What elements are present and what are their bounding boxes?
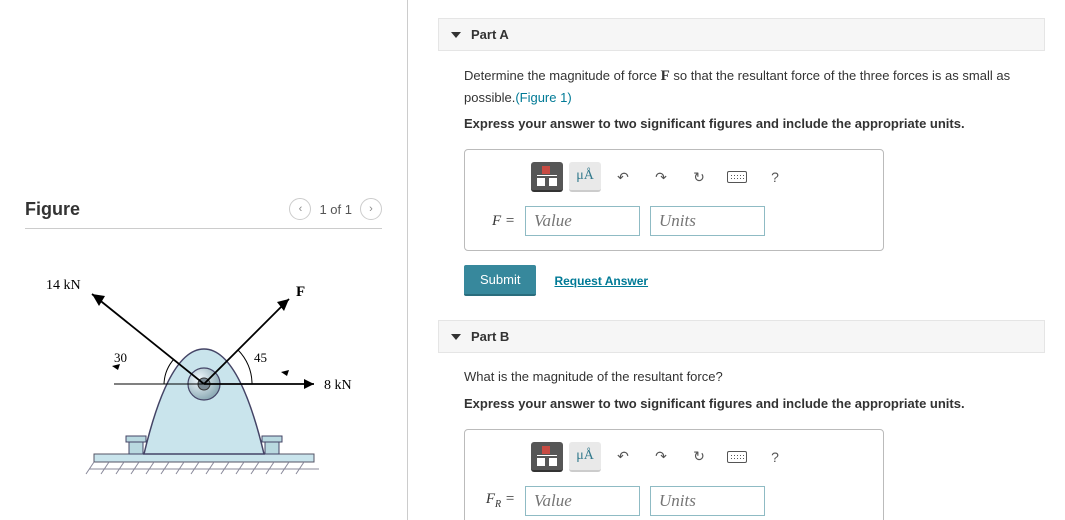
special-chars-button[interactable]: μÅ [569, 162, 601, 192]
force-8kn-label: 8 kN [324, 378, 352, 393]
part-b-instruction: Express your answer to two significant f… [464, 395, 1039, 413]
part-a-instruction: Express your answer to two significant f… [464, 115, 1039, 133]
reset-button[interactable]: ↻ [683, 442, 715, 472]
part-a-body: Determine the magnitude of force F so th… [438, 65, 1045, 296]
reset-button[interactable]: ↻ [683, 162, 715, 192]
keyboard-button[interactable] [721, 162, 753, 192]
part-a-value-input[interactable] [525, 206, 640, 236]
help-button[interactable]: ? [759, 442, 791, 472]
part-a-input-row: F = [481, 206, 867, 236]
figure-image: 8 kN 14 kN F 30 45 [25, 229, 382, 484]
angle-45-label: 45 [254, 350, 267, 365]
part-a-toolbar: μÅ ↶ ↷ ↻ ? [481, 162, 867, 192]
figure-1-link[interactable]: (Figure 1) [515, 90, 571, 105]
part-a-prompt: Determine the magnitude of force F so th… [464, 65, 1039, 107]
part-b-answer-box: μÅ ↶ ↷ ↻ ? FR = [464, 429, 884, 520]
part-b-toolbar: μÅ ↶ ↷ ↻ ? [481, 442, 867, 472]
figure-title: Figure [25, 199, 80, 220]
templates-button[interactable] [531, 162, 563, 192]
figure-header: Figure ‹ 1 of 1 › [25, 198, 382, 229]
figure-counter: 1 of 1 [319, 202, 352, 217]
force-F-label: F [296, 284, 305, 300]
special-chars-button[interactable]: μÅ [569, 442, 601, 472]
part-a-title: Part A [471, 27, 509, 42]
force-14kn-label: 14 kN [46, 278, 81, 293]
part-a-request-answer-link[interactable]: Request Answer [554, 274, 648, 288]
part-a-units-input[interactable] [650, 206, 765, 236]
collapse-caret-icon [451, 334, 461, 340]
figure-prev-button[interactable]: ‹ [289, 198, 311, 220]
part-b-body: What is the magnitude of the resultant f… [438, 367, 1045, 520]
part-a-header[interactable]: Part A [438, 18, 1045, 51]
redo-button[interactable]: ↷ [645, 162, 677, 192]
question-panel: Part A Determine the magnitude of force … [408, 0, 1065, 520]
redo-button[interactable]: ↷ [645, 442, 677, 472]
part-a-var-label: F = [481, 213, 515, 230]
templates-button[interactable] [531, 442, 563, 472]
figure-next-button[interactable]: › [360, 198, 382, 220]
keyboard-icon [727, 451, 747, 463]
figure-panel: Figure ‹ 1 of 1 › [0, 0, 408, 520]
collapse-caret-icon [451, 32, 461, 38]
undo-button[interactable]: ↶ [607, 442, 639, 472]
part-b-title: Part B [471, 329, 509, 344]
undo-button[interactable]: ↶ [607, 162, 639, 192]
fraction-icon [537, 446, 557, 466]
part-b-header[interactable]: Part B [438, 320, 1045, 353]
part-a-submit-button[interactable]: Submit [464, 265, 536, 296]
part-b-var-label: FR = [481, 491, 515, 510]
fraction-icon [537, 166, 557, 186]
part-b-prompt: What is the magnitude of the resultant f… [464, 367, 1039, 387]
keyboard-button[interactable] [721, 442, 753, 472]
part-b-input-row: FR = [481, 486, 867, 516]
help-button[interactable]: ? [759, 162, 791, 192]
angle-30-label: 30 [114, 350, 127, 365]
figure-nav: ‹ 1 of 1 › [289, 198, 382, 220]
part-a-actions: Submit Request Answer [464, 265, 1039, 296]
part-a-answer-box: μÅ ↶ ↷ ↻ ? F = [464, 149, 884, 251]
part-b-value-input[interactable] [525, 486, 640, 516]
keyboard-icon [727, 171, 747, 183]
part-b-units-input[interactable] [650, 486, 765, 516]
